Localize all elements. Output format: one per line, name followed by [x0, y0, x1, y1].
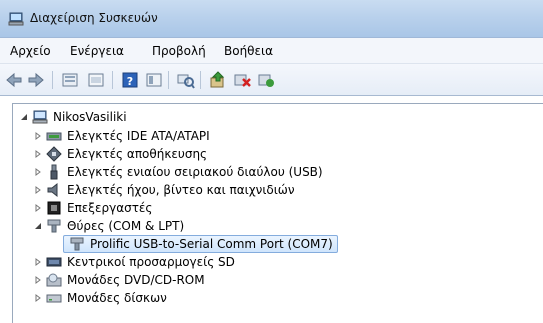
uninstall-device-icon[interactable]: [232, 70, 252, 90]
expand-arrow-icon[interactable]: [33, 289, 43, 307]
forward-arrow-icon[interactable]: [26, 70, 46, 90]
collapse-arrow-icon[interactable]: [33, 217, 43, 235]
ide-controller-icon: [46, 132, 62, 141]
show-hidden-icon[interactable]: [86, 70, 106, 90]
svg-text:?: ?: [127, 75, 133, 88]
processor-icon: [47, 201, 61, 215]
device-manager-icon: [8, 12, 24, 26]
tree-node-sd[interactable]: Κεντρικοί προσαρμογείς SD: [33, 253, 235, 271]
tree-node-label: Θύρες (COM & LPT): [67, 219, 185, 233]
dvd-drive-icon: [46, 273, 62, 287]
menu-action[interactable]: Ενέργεια: [68, 44, 126, 58]
tree-node-label: Κεντρικοί προσαρμογείς SD: [67, 255, 235, 269]
tree-node-disks[interactable]: Μονάδες δίσκων: [33, 289, 167, 307]
back-arrow-icon[interactable]: [4, 70, 24, 90]
menu-file[interactable]: Αρχείο: [8, 44, 53, 58]
expand-arrow-icon[interactable]: [33, 253, 43, 271]
menu-help[interactable]: Βοήθεια: [222, 44, 275, 58]
speaker-icon: [47, 182, 58, 198]
device-tree: NikosVasiliki Ελεγκτές IDE ATA/ATAPI Ελε…: [12, 103, 543, 323]
tree-node-ports[interactable]: Θύρες (COM & LPT): [33, 217, 184, 235]
expand-arrow-icon[interactable]: [33, 199, 43, 217]
tree-node-label: Ελεγκτές αποθήκευσης: [67, 147, 208, 161]
tree-node-label: Μονάδες DVD/CD-ROM: [67, 273, 205, 287]
tree-node-label: Ελεγκτές ήχου, βίντεο και παιχνιδιών: [67, 183, 295, 197]
sd-host-icon: [46, 257, 62, 267]
expand-arrow-icon[interactable]: [33, 145, 43, 163]
enable-device-icon[interactable]: [256, 70, 276, 90]
disk-drive-icon: [46, 294, 62, 303]
tree-node-audio[interactable]: Ελεγκτές ήχου, βίντεο και παιχνιδιών: [33, 181, 295, 199]
tree-node-label: Επεξεργαστές: [67, 201, 153, 215]
expand-arrow-icon[interactable]: [33, 127, 43, 145]
update-driver-icon[interactable]: [208, 70, 228, 90]
toolbar: ?: [0, 64, 543, 96]
storage-controller-icon: [46, 146, 62, 162]
scan-hardware-icon[interactable]: [176, 70, 196, 90]
expand-arrow-icon[interactable]: [33, 163, 43, 181]
tree-node-processors[interactable]: Επεξεργαστές: [33, 199, 152, 217]
tree-root[interactable]: NikosVasiliki: [19, 108, 127, 126]
collapse-arrow-icon[interactable]: [19, 108, 29, 126]
view-icon[interactable]: [144, 70, 164, 90]
port-icon: [70, 237, 84, 251]
properties-icon[interactable]: [60, 70, 80, 90]
tree-node-usb[interactable]: Ελεγκτές ενιαίου σειριακού διαύλου (USB): [33, 163, 323, 181]
menu-bar: Αρχείο Ενέργεια Προβολή Βοήθεια: [0, 38, 543, 64]
selected-item-highlight[interactable]: Prolific USB-to-Serial Comm Port (COM7): [63, 235, 338, 253]
expand-arrow-icon[interactable]: [33, 271, 43, 289]
title-bar: Διαχείριση Συσκευών: [0, 0, 543, 38]
tree-node-prolific-port[interactable]: Prolific USB-to-Serial Comm Port (COM7): [63, 235, 338, 253]
port-icon: [47, 219, 61, 233]
tree-node-label: Ελεγκτές ενιαίου σειριακού διαύλου (USB): [67, 165, 323, 179]
window-title: Διαχείριση Συσκευών: [30, 11, 158, 25]
tree-node-label: Prolific USB-to-Serial Comm Port (COM7): [90, 237, 333, 251]
tree-node-dvd[interactable]: Μονάδες DVD/CD-ROM: [33, 271, 205, 289]
computer-name: NikosVasiliki: [53, 110, 127, 124]
usb-icon: [50, 164, 58, 180]
tree-node-storage[interactable]: Ελεγκτές αποθήκευσης: [33, 145, 207, 163]
tree-node-label: Μονάδες δίσκων: [67, 291, 167, 305]
tree-node-ide[interactable]: Ελεγκτές IDE ATA/ATAPI: [33, 127, 210, 145]
tree-node-label: Ελεγκτές IDE ATA/ATAPI: [67, 129, 210, 143]
expand-arrow-icon[interactable]: [33, 181, 43, 199]
menu-view[interactable]: Προβολή: [150, 44, 208, 58]
help-icon[interactable]: ?: [120, 70, 140, 90]
computer-icon: [32, 110, 48, 124]
